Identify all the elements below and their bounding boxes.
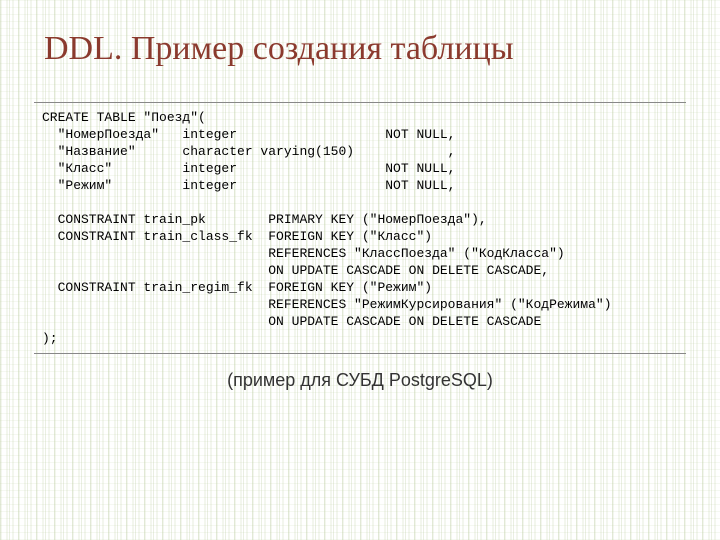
code-line: CONSTRAINT train_regim_fk FOREIGN KEY ("… xyxy=(42,280,432,295)
code-line: REFERENCES "КлассПоезда" ("КодКласса") xyxy=(42,246,565,261)
code-line: ON UPDATE CASCADE ON DELETE CASCADE, xyxy=(42,263,549,278)
code-line: CREATE TABLE "Поезд"( xyxy=(42,110,206,125)
code-line: REFERENCES "РежимКурсирования" ("КодРежи… xyxy=(42,297,612,312)
code-line: CONSTRAINT train_pk PRIMARY KEY ("НомерП… xyxy=(42,212,487,227)
code-line: "Класс" integer NOT NULL, xyxy=(42,161,455,176)
sql-code-block: CREATE TABLE "Поезд"( "НомерПоезда" inte… xyxy=(34,102,686,354)
slide-caption: (пример для СУБД PostgreSQL) xyxy=(0,370,720,391)
code-line: CONSTRAINT train_class_fk FOREIGN KEY ("… xyxy=(42,229,432,244)
code-line: "Название" character varying(150) , xyxy=(42,144,455,159)
code-line: "Режим" integer NOT NULL, xyxy=(42,178,455,193)
code-line: ON UPDATE CASCADE ON DELETE CASCADE xyxy=(42,314,541,329)
slide: DDL. Пример создания таблицы CREATE TABL… xyxy=(0,0,720,540)
slide-title: DDL. Пример создания таблицы xyxy=(44,30,514,68)
code-line: "НомерПоезда" integer NOT NULL, xyxy=(42,127,455,142)
code-line: ); xyxy=(42,331,58,346)
